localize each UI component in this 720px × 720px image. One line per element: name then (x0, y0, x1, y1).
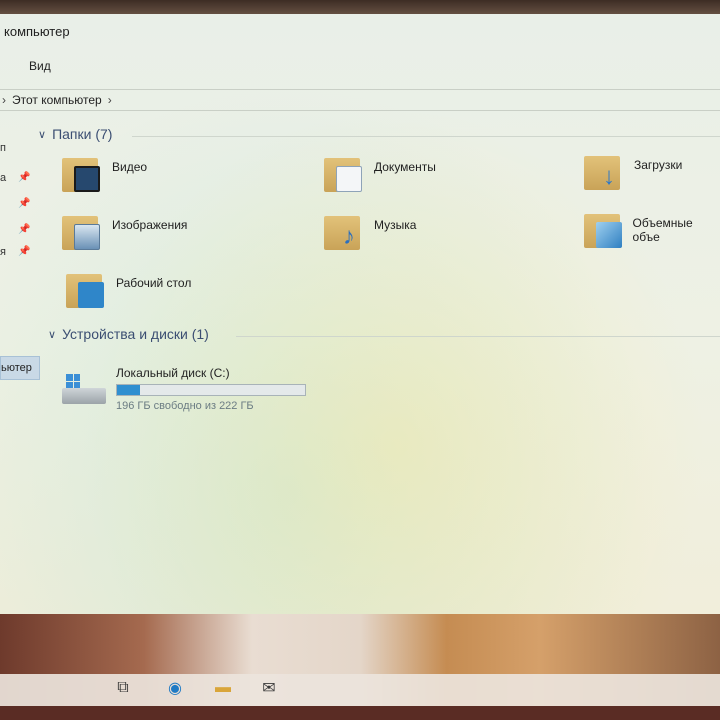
address-bar[interactable]: › Этот компьютер › (0, 89, 720, 111)
folder-documents[interactable]: Документы (324, 158, 436, 196)
task-view-icon[interactable]: ⧉ (112, 678, 134, 698)
folder-label: Рабочий стол (116, 276, 192, 290)
section-divider (132, 136, 720, 137)
folder-label: Изображения (112, 218, 188, 232)
folder-3d-objects[interactable]: Объемные объе (584, 214, 720, 252)
sidebar-item[interactable]: а (0, 172, 6, 184)
chevron-down-icon[interactable]: ∨ (48, 328, 56, 341)
pin-icon: 📌 (18, 198, 31, 209)
edge-icon[interactable]: ◉ (164, 678, 186, 698)
documents-folder-icon (324, 158, 364, 196)
drive-local-disk-c[interactable]: Локальный диск (C:) 196 ГБ свободно из 2… (62, 366, 306, 412)
section-divider (236, 336, 720, 337)
windows-logo-icon (66, 374, 80, 388)
navigation-pane: п а 📌 📌 📌 я 📌 ьютер (0, 124, 44, 404)
chevron-right-icon[interactable]: › (2, 93, 6, 107)
drive-usage-fill (117, 385, 140, 395)
sidebar-item[interactable]: п (0, 142, 6, 154)
video-folder-icon (62, 158, 102, 196)
drive-usage-bar (116, 384, 306, 396)
pin-icon: 📌 (18, 172, 31, 183)
folder-label: Загрузки (634, 158, 683, 172)
folder-label: Видео (112, 160, 148, 174)
file-explorer-icon[interactable]: ▬ (212, 678, 234, 698)
devices-section-header[interactable]: ∨ Устройства и диски (1) (48, 326, 209, 342)
folder-desktop[interactable]: Рабочий стол (66, 274, 191, 312)
desktop-folder-icon (66, 274, 106, 312)
pin-icon: 📌 (18, 224, 31, 235)
drive-label: Локальный диск (C:) (116, 366, 230, 380)
ribbon: Вид (0, 54, 720, 78)
pin-icon: 📌 (18, 246, 31, 257)
folder-downloads[interactable]: ↓ Загрузки (584, 156, 682, 194)
hard-drive-icon (62, 374, 106, 408)
folder-label: Документы (374, 160, 436, 174)
folders-section-title: Папки (7) (52, 126, 113, 142)
folder-label: Музыка (374, 218, 417, 232)
sidebar-item-this-pc[interactable]: ьютер (0, 356, 40, 380)
breadcrumb-this-pc[interactable]: Этот компьютер (12, 93, 102, 107)
file-explorer-window: компьютер Вид › Этот компьютер › п а 📌 📌… (0, 14, 720, 614)
folder-music[interactable]: ♪ Музыка (324, 216, 416, 254)
mail-icon[interactable]: ✉ (258, 678, 280, 698)
chevron-right-icon[interactable]: › (108, 93, 112, 107)
music-folder-icon: ♪ (324, 216, 364, 254)
drive-free-space: 196 ГБ свободно из 222 ГБ (116, 400, 254, 412)
3d-objects-folder-icon (584, 214, 623, 252)
folder-pictures[interactable]: Изображения (62, 216, 187, 254)
screen-bezel-bottom (0, 706, 720, 720)
folder-videos[interactable]: Видео (62, 158, 147, 196)
folders-section-header[interactable]: ∨ Папки (7) (38, 126, 112, 142)
devices-section-title: Устройства и диски (1) (62, 326, 209, 342)
desktop-wallpaper (0, 614, 720, 720)
window-title: компьютер (4, 24, 70, 39)
ribbon-tab-view[interactable]: Вид (29, 59, 51, 73)
sidebar-item[interactable]: я (0, 246, 6, 258)
folder-label: Объемные объе (632, 216, 693, 244)
downloads-folder-icon: ↓ (584, 156, 624, 194)
chevron-down-icon[interactable]: ∨ (38, 128, 46, 141)
pictures-folder-icon (62, 216, 102, 254)
